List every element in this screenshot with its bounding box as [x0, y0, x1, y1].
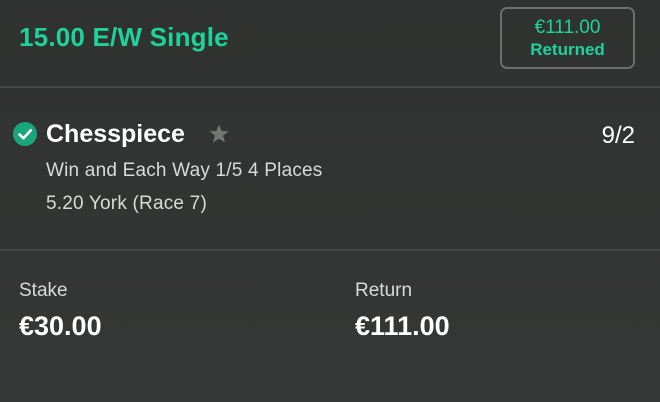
selection-name: Chesspiece [46, 120, 185, 148]
selection-odds: 9/2 [601, 122, 635, 149]
returned-amount: €111.00 [534, 16, 601, 38]
stake-label: Stake [19, 280, 68, 301]
returned-label: Returned [530, 39, 605, 59]
returned-badge: €111.00 Returned [500, 7, 635, 69]
bet-header: 15.00 E/W Single €111.00 Returned [0, 0, 660, 86]
event-name: 5.20 York (Race 7) [46, 193, 207, 214]
return-value: €111.00 [355, 311, 450, 341]
bet-title: 15.00 E/W Single [19, 22, 229, 52]
star-icon[interactable] [207, 122, 231, 146]
bet-card: 15.00 E/W Single €111.00 Returned Chessp… [0, 0, 660, 402]
bet-totals: Stake €30.00 Return €111.00 [0, 251, 660, 402]
return-label: Return [355, 280, 413, 301]
selection-row[interactable]: Chesspiece 9/2 Win and Each Way 1/5 4 Pl… [0, 88, 660, 249]
market-description: Win and Each Way 1/5 4 Places [46, 160, 323, 181]
stake-value: €30.00 [19, 311, 102, 341]
check-circle-icon [13, 122, 37, 146]
